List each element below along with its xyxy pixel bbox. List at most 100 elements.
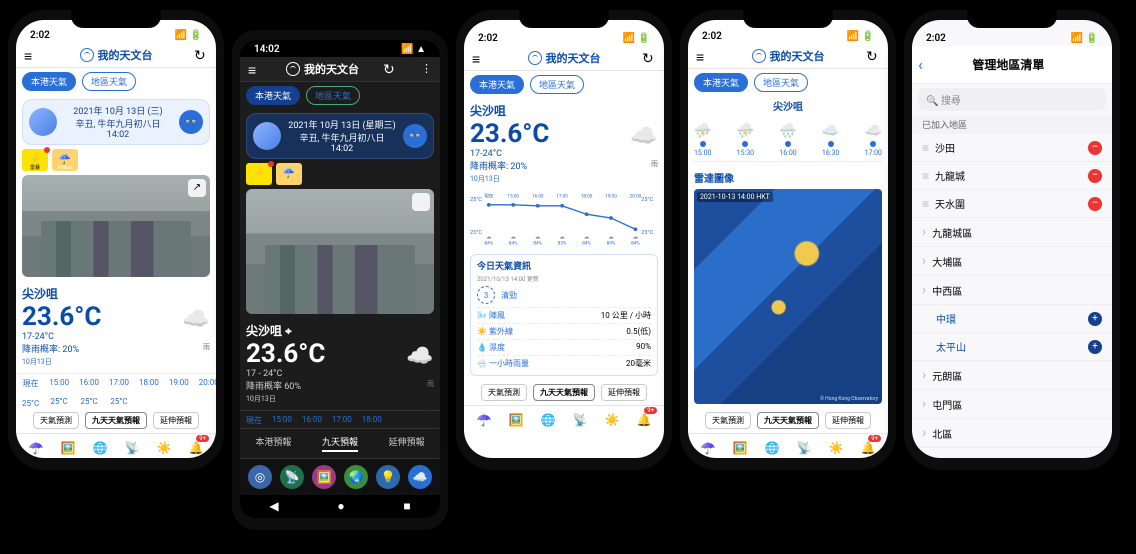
tb-forecast-icon[interactable]: ☂️: [26, 438, 46, 458]
tab-local-weather[interactable]: 本港天氣: [694, 73, 748, 92]
tb-uv-icon[interactable]: ☀️: [602, 410, 622, 430]
tb-forecast-icon[interactable]: ☂️: [698, 438, 718, 458]
tb-uv-icon[interactable]: ☀️: [154, 438, 174, 458]
tb-radar-icon[interactable]: 🌐: [538, 410, 558, 430]
menu-icon[interactable]: [248, 62, 262, 76]
atab-local[interactable]: 本港預報: [255, 435, 291, 452]
added-location-row[interactable]: 九龍城: [912, 162, 1112, 190]
tb-radar-icon[interactable]: 🌐: [90, 438, 110, 458]
tb-forecast-icon[interactable]: ☂️: [474, 410, 494, 430]
added-location-row[interactable]: 天水圍: [912, 190, 1112, 218]
tab-regional-weather[interactable]: 地區天氣: [82, 72, 136, 91]
tb-image-icon[interactable]: 🖼️: [312, 465, 336, 489]
tb-satellite-icon[interactable]: 📡: [794, 438, 814, 458]
amber-rain-warning-icon[interactable]: [276, 163, 302, 185]
location-name[interactable]: 尖沙咀: [246, 324, 282, 338]
drag-handle-icon[interactable]: [922, 197, 929, 211]
share-icon[interactable]: [188, 179, 206, 197]
tb-uv-icon[interactable]: ☀️: [826, 438, 846, 458]
binoculars-icon[interactable]: [403, 124, 427, 148]
drag-handle-icon[interactable]: [922, 169, 929, 183]
nav-home-icon[interactable]: ●: [337, 499, 344, 513]
tb-cloud-icon[interactable]: ☁️: [408, 465, 432, 489]
seg-forecast[interactable]: 天氣預測: [705, 412, 751, 429]
added-location-row[interactable]: 沙田: [912, 134, 1112, 162]
tab-regional-weather[interactable]: 地區天氣: [754, 73, 808, 92]
android-nav-bar[interactable]: ◀ ● ■: [240, 495, 440, 518]
remove-icon[interactable]: [1088, 141, 1102, 155]
thunderstorm-warning-icon[interactable]: 雷暴: [22, 149, 48, 171]
menu-icon[interactable]: [472, 51, 486, 65]
menu-icon[interactable]: [24, 48, 38, 62]
search-input[interactable]: 搜尋: [918, 88, 1106, 111]
seg-forecast[interactable]: 天氣預測: [33, 412, 79, 429]
refresh-icon[interactable]: [642, 51, 656, 65]
add-icon[interactable]: [1088, 312, 1102, 326]
date-bubble[interactable]: 2021年 10月 13日 (星期三) 辛丑, 牛年九月初八日 14:02: [246, 113, 434, 159]
tab-local-weather[interactable]: 本港天氣: [22, 72, 76, 91]
atab-9day[interactable]: 九天預報: [322, 435, 358, 452]
share-icon[interactable]: [412, 193, 430, 211]
sub-location-row[interactable]: 中環: [912, 305, 1112, 333]
tab-local-weather[interactable]: 本港天氣: [470, 75, 524, 94]
tb-notif-icon[interactable]: 🔔9+: [634, 410, 654, 430]
forecast-segment[interactable]: 天氣預測 九天天氣預報 延伸預報: [688, 408, 888, 433]
nav-back-icon[interactable]: ◀: [269, 499, 278, 513]
sub-location-row[interactable]: 太平山: [912, 333, 1112, 361]
amber-rain-warning-icon[interactable]: Amber: [52, 149, 78, 171]
district-row[interactable]: 北區: [912, 419, 1112, 448]
add-icon[interactable]: [1088, 340, 1102, 354]
seg-9day[interactable]: 九天天氣預報: [757, 412, 819, 429]
tb-satellite-icon[interactable]: 📡: [122, 438, 142, 458]
location-name[interactable]: 尖沙咀: [16, 281, 216, 302]
district-row[interactable]: 中西區: [912, 276, 1112, 305]
seg-extended[interactable]: 延伸預報: [153, 412, 199, 429]
date-bubble[interactable]: 2021年 10月 13日 (三) 辛丑, 牛年九月初八日 14:02: [22, 99, 210, 145]
refresh-icon[interactable]: [866, 49, 880, 63]
remove-icon[interactable]: [1088, 169, 1102, 183]
hourly-temp-chart[interactable]: 25°C 23°C 25°C 23°C 現在15:0016:00 17:0018…: [470, 190, 658, 246]
refresh-icon[interactable]: [383, 62, 397, 76]
district-row[interactable]: 元朗區: [912, 361, 1112, 390]
district-row[interactable]: 大埔區: [912, 247, 1112, 276]
tab-local-weather[interactable]: 本港天氣: [246, 86, 300, 105]
refresh-icon[interactable]: [194, 48, 208, 62]
seg-9day[interactable]: 九天天氣預報: [533, 384, 595, 401]
remove-icon[interactable]: [1088, 197, 1102, 211]
tb-satellite-icon[interactable]: 📡: [570, 410, 590, 430]
district-row[interactable]: 屯門區: [912, 390, 1112, 419]
tb-notif-icon[interactable]: 🔔9+: [186, 438, 206, 458]
tb-tips-icon[interactable]: 💡: [376, 465, 400, 489]
seg-forecast[interactable]: 天氣預測: [481, 384, 527, 401]
hourly-scroll[interactable]: 現在25°C 15:0025°C 16:0025°C 17:0025°C 18:…: [16, 373, 216, 408]
tb-radar-icon[interactable]: ◎: [248, 465, 272, 489]
atab-extended[interactable]: 延伸預報: [389, 435, 425, 452]
location-name[interactable]: 尖沙咀: [773, 102, 803, 113]
forecast-segment[interactable]: 天氣預測 九天天氣預報 延伸預報: [16, 408, 216, 433]
thunderstorm-warning-icon[interactable]: [246, 163, 272, 185]
nav-recent-icon[interactable]: ■: [403, 499, 410, 513]
nowcast-timeline[interactable]: ⛈️15:00 ⛈️15:30 🌧️16:00 ☁️16:30 ☁️17:00: [694, 119, 882, 162]
tb-satellite-icon[interactable]: 📡: [280, 465, 304, 489]
overflow-icon[interactable]: ⋮: [421, 62, 432, 75]
tab-regional-weather[interactable]: 地區天氣: [306, 86, 360, 105]
webcam-image[interactable]: [246, 189, 434, 314]
seg-9day[interactable]: 九天天氣預報: [85, 412, 147, 429]
seg-extended[interactable]: 延伸預報: [825, 412, 871, 429]
tb-image-icon[interactable]: 🖼️: [730, 438, 750, 458]
tb-image-icon[interactable]: 🖼️: [58, 438, 78, 458]
binoculars-icon[interactable]: [179, 110, 203, 134]
radar-image[interactable]: 2021-10-13 14:00 HKT © Hong Kong Observa…: [694, 189, 882, 404]
menu-icon[interactable]: [696, 49, 710, 63]
drag-handle-icon[interactable]: [922, 141, 929, 155]
district-row[interactable]: 九龍城區: [912, 218, 1112, 247]
webcam-image[interactable]: [22, 175, 210, 278]
tb-globe-icon[interactable]: 🌏: [344, 465, 368, 489]
seg-extended[interactable]: 延伸預報: [601, 384, 647, 401]
tab-regional-weather[interactable]: 地區天氣: [530, 75, 584, 94]
forecast-segment[interactable]: 天氣預測 九天天氣預報 延伸預報: [464, 380, 664, 405]
tb-notif-icon[interactable]: 🔔9+: [858, 438, 878, 458]
location-name[interactable]: 尖沙咀: [464, 98, 664, 119]
hourly-scroll[interactable]: 現在 15:00 16:00 17:00 18:00: [240, 410, 440, 428]
tb-radar-icon[interactable]: 🌐: [762, 438, 782, 458]
